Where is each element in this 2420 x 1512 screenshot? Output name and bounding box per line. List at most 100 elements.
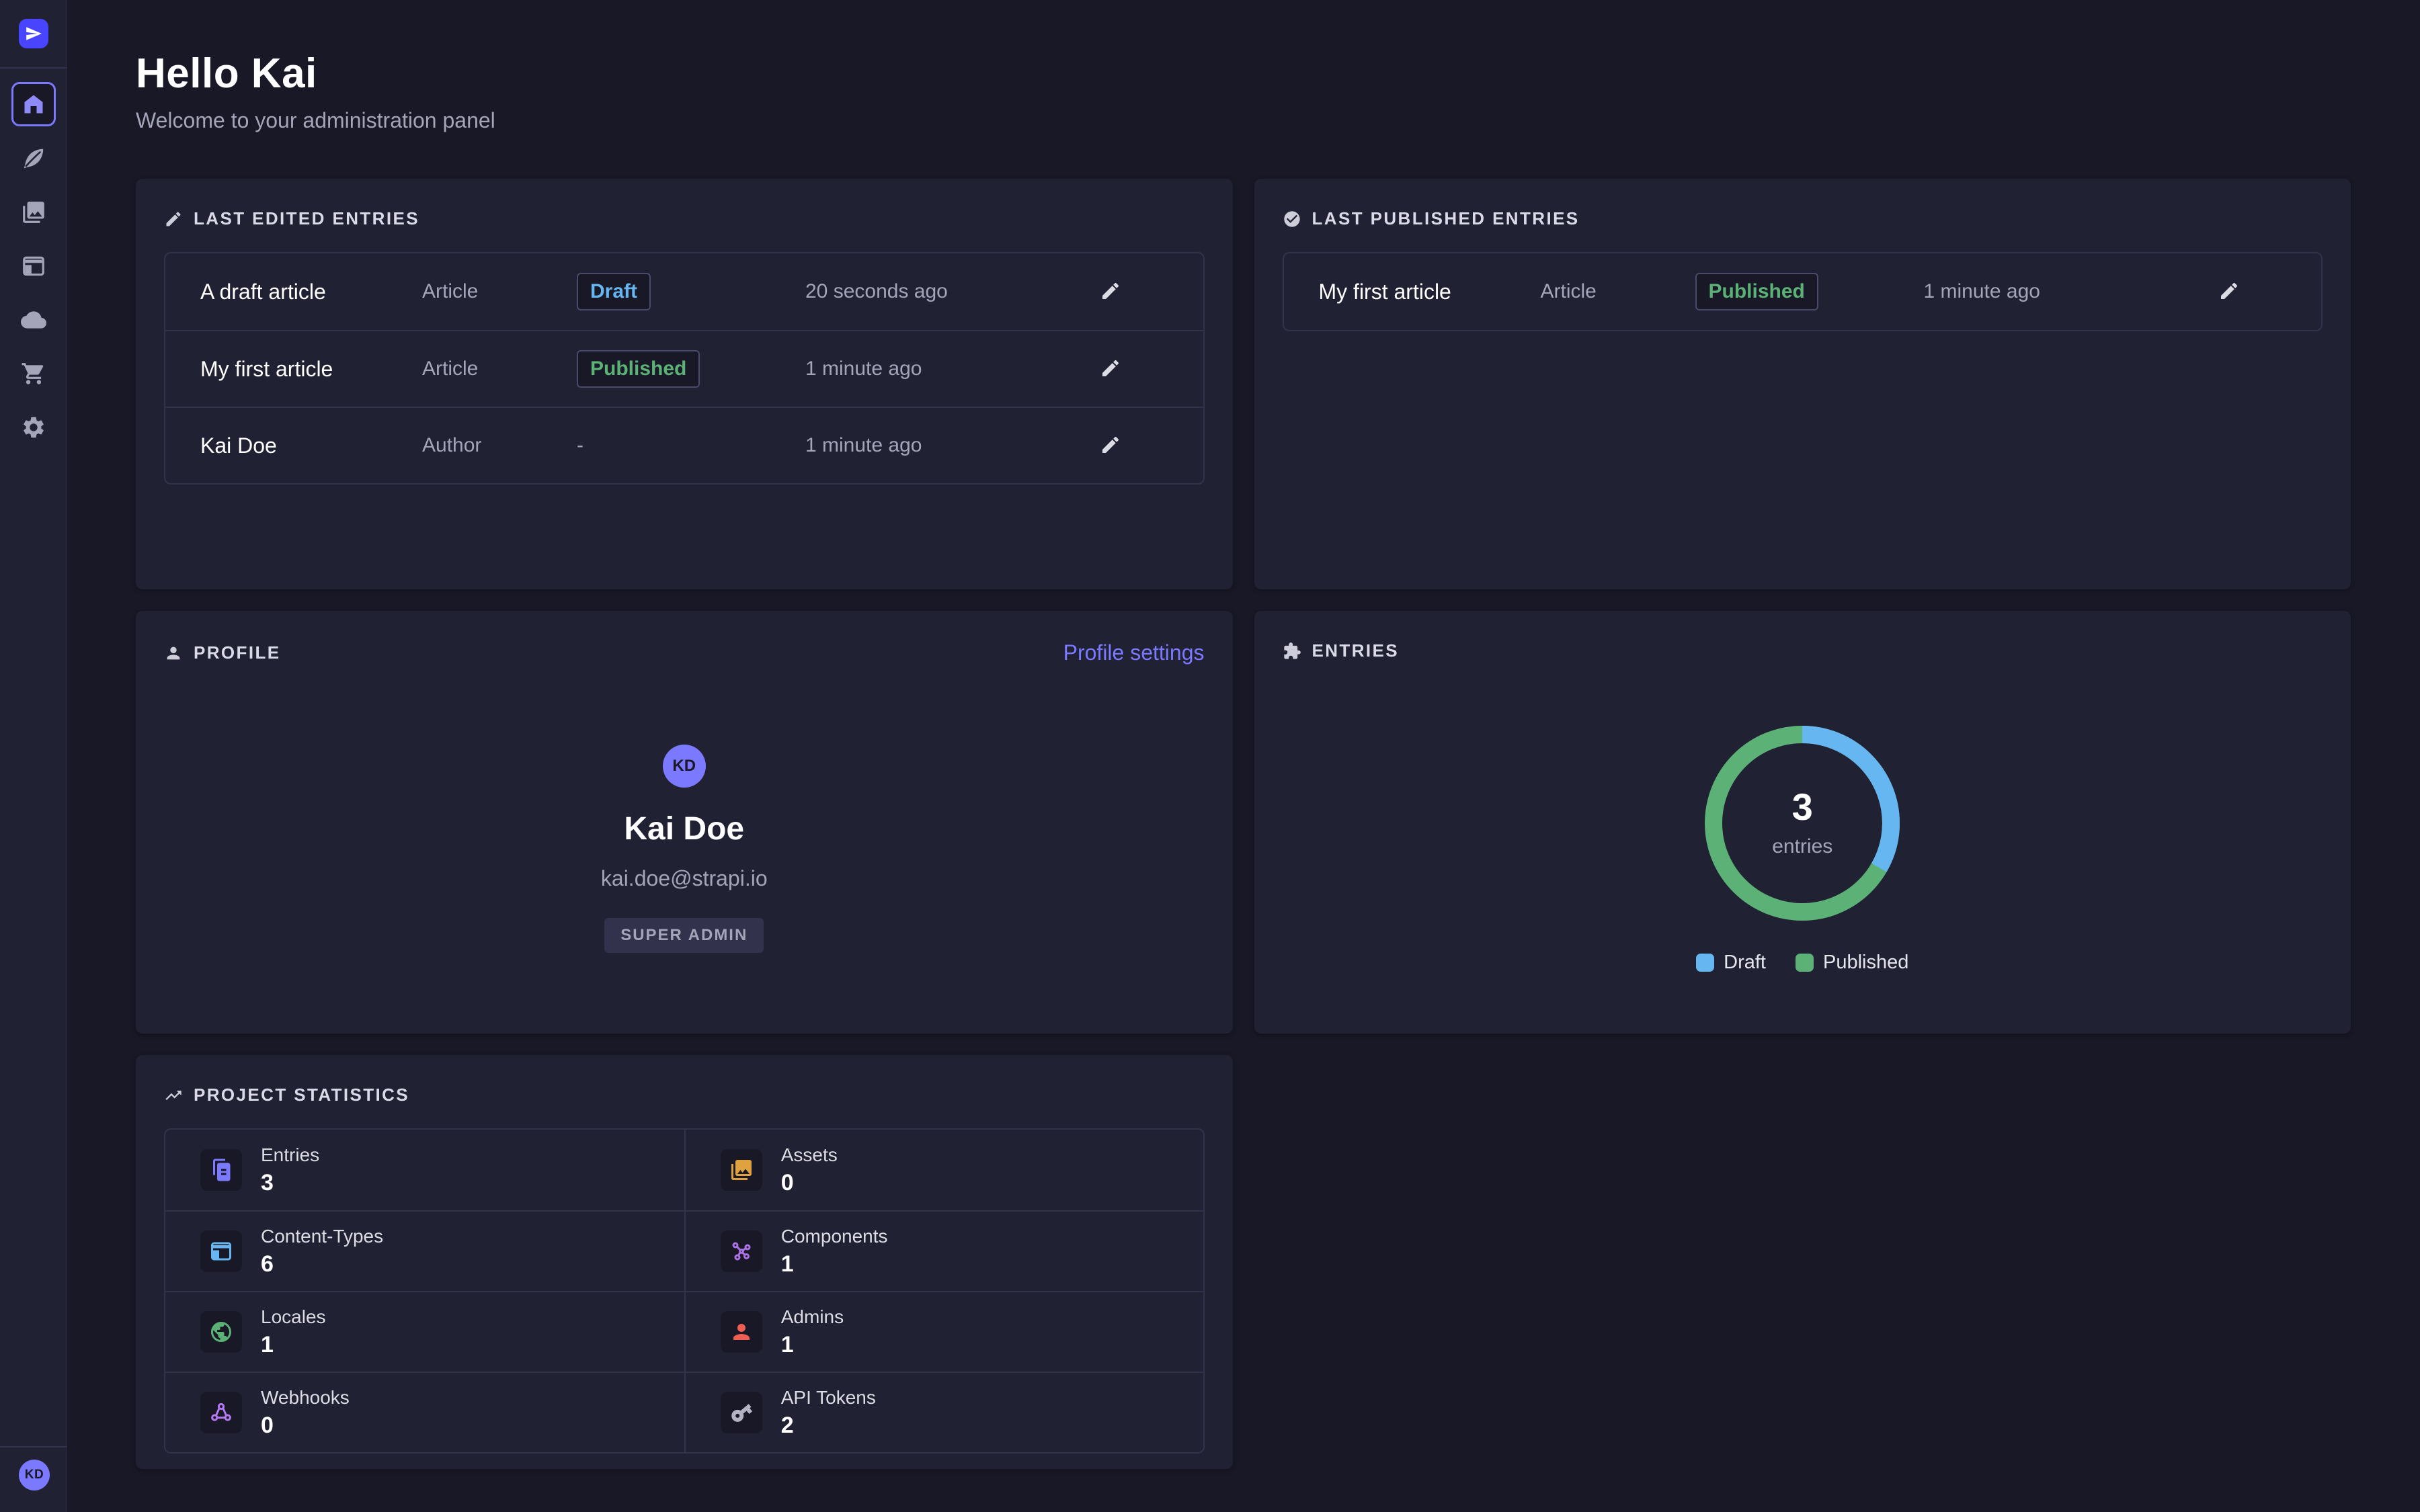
last-published-table: My first article Article Published 1 min… bbox=[1283, 252, 2323, 331]
entry-type: Author bbox=[422, 434, 577, 457]
stat-value: 1 bbox=[261, 1332, 326, 1358]
card-title: PROFILE bbox=[194, 642, 280, 663]
profile-avatar: KD bbox=[663, 745, 706, 788]
status-empty: - bbox=[577, 434, 583, 456]
stat-value: 1 bbox=[781, 1332, 844, 1358]
edit-entry-button[interactable] bbox=[1094, 352, 1127, 386]
table-row: My first article Article Published 1 min… bbox=[165, 330, 1203, 407]
card-project-statistics: PROJECT STATISTICS Entries 3 Assets 0 bbox=[136, 1055, 1233, 1469]
webhook-icon bbox=[209, 1400, 233, 1425]
layout-icon bbox=[209, 1239, 233, 1263]
stat-label: Entries bbox=[261, 1144, 319, 1166]
stat-assets: Assets 0 bbox=[684, 1130, 1203, 1210]
gear-icon bbox=[21, 415, 46, 440]
edit-entry-button[interactable] bbox=[1094, 429, 1127, 463]
edit-entry-button[interactable] bbox=[2213, 275, 2245, 309]
entry-time: 20 seconds ago bbox=[805, 280, 1094, 303]
entry-name: A draft article bbox=[200, 280, 422, 304]
status-badge: Draft bbox=[577, 273, 651, 310]
sidebar: KD bbox=[0, 0, 67, 1512]
stat-label: Assets bbox=[781, 1144, 838, 1166]
feather-icon bbox=[21, 146, 46, 171]
send-icon bbox=[25, 25, 42, 42]
draft-color-chip bbox=[1696, 954, 1714, 972]
entry-time: 1 minute ago bbox=[1924, 280, 2213, 303]
sidebar-divider-bottom bbox=[0, 1446, 67, 1447]
sidebar-item-home[interactable] bbox=[11, 82, 56, 126]
pencil-icon bbox=[1100, 434, 1121, 456]
card-title: PROJECT STATISTICS bbox=[194, 1085, 409, 1105]
sidebar-item-content-manager[interactable] bbox=[15, 140, 52, 177]
user-icon bbox=[729, 1320, 754, 1344]
stat-label: API Tokens bbox=[781, 1387, 876, 1409]
card-title: ENTRIES bbox=[1312, 640, 1399, 661]
pencil-icon bbox=[1100, 358, 1121, 379]
sidebar-item-settings[interactable] bbox=[15, 409, 52, 446]
profile-settings-link[interactable]: Profile settings bbox=[1063, 640, 1205, 665]
pencil-icon bbox=[1100, 280, 1121, 302]
stat-admins: Admins 1 bbox=[684, 1291, 1203, 1372]
published-color-chip bbox=[1796, 954, 1814, 972]
key-icon bbox=[729, 1400, 754, 1425]
entry-name: Kai Doe bbox=[200, 433, 422, 458]
sidebar-nav bbox=[0, 69, 67, 462]
pictures-icon bbox=[729, 1158, 754, 1182]
stat-locales: Locales 1 bbox=[165, 1291, 684, 1372]
home-icon bbox=[22, 92, 46, 116]
stat-value: 2 bbox=[781, 1413, 876, 1439]
widgets-grid: LAST EDITED ENTRIES A draft article Arti… bbox=[136, 179, 2351, 1469]
card-profile: PROFILE Profile settings KD Kai Doe kai.… bbox=[136, 611, 1233, 1034]
main-content: Hello Kai Welcome to your administration… bbox=[67, 0, 2420, 1512]
user-avatar[interactable]: KD bbox=[19, 1460, 50, 1490]
entries-total: 3 bbox=[1792, 788, 1813, 826]
stat-label: Content-Types bbox=[261, 1226, 383, 1247]
entries-total-label: entries bbox=[1772, 835, 1832, 858]
stat-value: 0 bbox=[261, 1413, 350, 1439]
cloud-icon bbox=[21, 307, 46, 333]
status-badge: Published bbox=[1695, 273, 1818, 310]
legend-label: Draft bbox=[1724, 952, 1766, 974]
puzzle-icon bbox=[1283, 642, 1301, 661]
card-entries-chart: ENTRIES 3 entries Dra bbox=[1254, 611, 2351, 1034]
table-row: Kai Doe Author - 1 minute ago bbox=[165, 407, 1203, 483]
layout-icon bbox=[21, 253, 46, 279]
strapi-logo[interactable] bbox=[19, 19, 48, 48]
pencil-icon bbox=[164, 210, 183, 228]
entry-name: My first article bbox=[200, 357, 422, 382]
check-circle-icon bbox=[1283, 210, 1301, 228]
page-title: Hello Kai bbox=[136, 50, 2351, 97]
trending-up-icon bbox=[164, 1086, 183, 1105]
pictures-icon bbox=[21, 200, 46, 225]
globe-icon bbox=[209, 1320, 233, 1344]
sidebar-item-content-type-builder[interactable] bbox=[15, 247, 52, 285]
sidebar-item-marketplace[interactable] bbox=[15, 355, 52, 392]
entries-donut-chart: 3 entries bbox=[1705, 726, 1900, 921]
docs-icon bbox=[209, 1158, 233, 1182]
legend-label: Published bbox=[1823, 952, 1908, 974]
chart-legend: Draft Published bbox=[1283, 952, 2323, 974]
sidebar-item-deploy[interactable] bbox=[15, 301, 52, 339]
entry-name: My first article bbox=[1319, 280, 1541, 304]
edit-entry-button[interactable] bbox=[1094, 275, 1127, 309]
pencil-icon bbox=[2218, 280, 2240, 302]
stat-label: Webhooks bbox=[261, 1387, 350, 1409]
legend-item-published: Published bbox=[1796, 952, 1908, 974]
profile-role-badge: SUPER ADMIN bbox=[604, 918, 764, 953]
status-badge: Published bbox=[577, 350, 700, 388]
stat-webhooks: Webhooks 0 bbox=[165, 1372, 684, 1452]
entry-time: 1 minute ago bbox=[805, 434, 1094, 457]
stat-label: Admins bbox=[781, 1306, 844, 1328]
stat-components: Components 1 bbox=[684, 1210, 1203, 1291]
stat-api-tokens: API Tokens 2 bbox=[684, 1372, 1203, 1452]
stat-entries: Entries 3 bbox=[165, 1130, 684, 1210]
last-edited-table: A draft article Article Draft 20 seconds… bbox=[164, 252, 1205, 485]
entry-type: Article bbox=[422, 280, 577, 303]
card-last-published-entries: LAST PUBLISHED ENTRIES My first article … bbox=[1254, 179, 2351, 589]
profile-email: kai.doe@strapi.io bbox=[601, 866, 768, 891]
legend-item-draft: Draft bbox=[1696, 952, 1766, 974]
page-subtitle: Welcome to your administration panel bbox=[136, 108, 2351, 133]
stat-label: Components bbox=[781, 1226, 888, 1247]
sidebar-item-media-library[interactable] bbox=[15, 194, 52, 231]
card-title: LAST EDITED ENTRIES bbox=[194, 208, 419, 229]
table-row: A draft article Article Draft 20 seconds… bbox=[165, 253, 1203, 330]
